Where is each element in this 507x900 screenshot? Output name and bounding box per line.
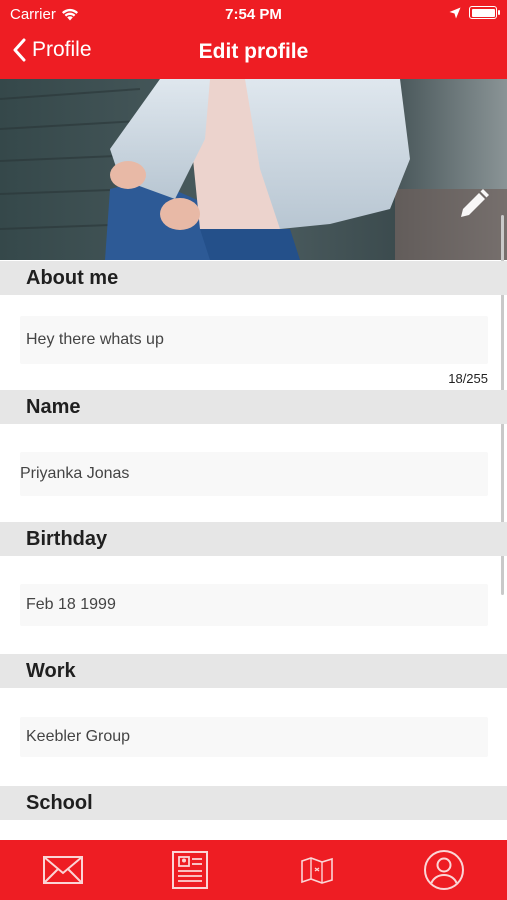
section-header-birthday: Birthday [0,522,507,556]
navigation-bar: Profile Edit profile [0,30,507,76]
mail-icon [43,856,84,884]
work-input[interactable]: Keebler Group [20,717,488,757]
map-icon [301,857,333,884]
character-counter: 18/255 [448,371,488,386]
status-bar: Carrier 7:54 PM [0,0,507,28]
edit-photo-icon[interactable] [457,187,491,221]
tab-profile[interactable] [414,846,474,894]
newsfeed-icon [172,851,209,889]
location-arrow-icon [449,7,461,18]
tab-bar [0,840,507,900]
birthday-field[interactable]: Feb 18 1999 [20,584,488,626]
section-header-work: Work [0,654,507,688]
about-me-input[interactable]: Hey there whats up [20,316,488,364]
tab-map[interactable] [287,846,347,894]
top-bar: Carrier 7:54 PM Profile Edit profile [0,0,507,79]
section-header-school: School [0,786,507,820]
tab-newsfeed[interactable] [160,846,220,894]
section-header-name: Name [0,390,507,424]
page-title: Edit profile [198,40,309,63]
cover-photo [0,79,507,260]
profile-icon [423,850,464,890]
battery-icon [469,6,500,19]
status-right [449,6,500,19]
name-input[interactable]: Priyanka Jonas [20,452,488,496]
tab-messages[interactable] [33,846,93,894]
status-time: 7:54 PM [225,6,282,23]
section-header-about: About me [0,261,507,295]
cover-photo-image [0,79,507,260]
